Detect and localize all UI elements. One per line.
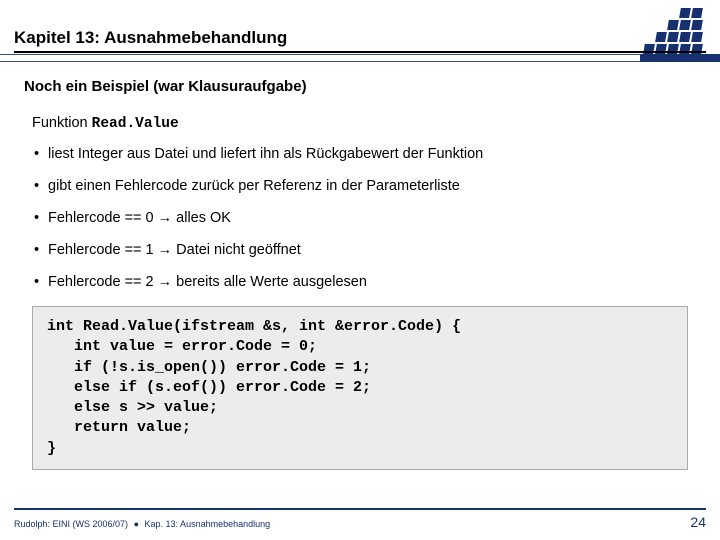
footer-text: Rudolph: EINI (WS 2006/07) ● Kap. 13: Au… (14, 519, 270, 529)
function-label: Funktion (32, 115, 88, 131)
page-number: 24 (690, 514, 706, 530)
footer-author: Rudolph: EINI (WS 2006/07) (14, 519, 128, 529)
slide-header: Kapitel 13: Ausnahmebehandlung (0, 0, 720, 70)
slide: Kapitel 13: Ausnahmebehandlung Noch ein … (0, 0, 720, 540)
list-item: liest Integer aus Datei und liefert ihn … (34, 146, 696, 162)
list-item: Fehlercode == 0 → alles OK (34, 210, 696, 226)
bullet-list: liest Integer aus Datei und liefert ihn … (34, 146, 696, 290)
chapter-title: Kapitel 13: Ausnahmebehandlung (14, 28, 706, 53)
list-item: Fehlercode == 1 → Datei nicht geöffnet (34, 242, 696, 258)
footer-separator: ● (131, 519, 142, 529)
header-band (0, 54, 720, 62)
slide-content: Noch ein Beispiel (war Klausuraufgabe) F… (0, 70, 720, 470)
slide-footer: Rudolph: EINI (WS 2006/07) ● Kap. 13: Au… (0, 508, 720, 530)
list-item: gibt einen Fehlercode zurück per Referen… (34, 178, 696, 194)
list-item: Fehlercode == 2 → bereits alle Werte aus… (34, 274, 696, 290)
function-name: Read.Value (92, 116, 179, 132)
section-title: Noch ein Beispiel (war Klausuraufgabe) (24, 78, 696, 95)
footer-chapter: Kap. 13: Ausnahmebehandlung (145, 519, 271, 529)
code-block: int Read.Value(ifstream &s, int &error.C… (32, 306, 688, 470)
function-heading: Funktion Read.Value (32, 115, 696, 132)
